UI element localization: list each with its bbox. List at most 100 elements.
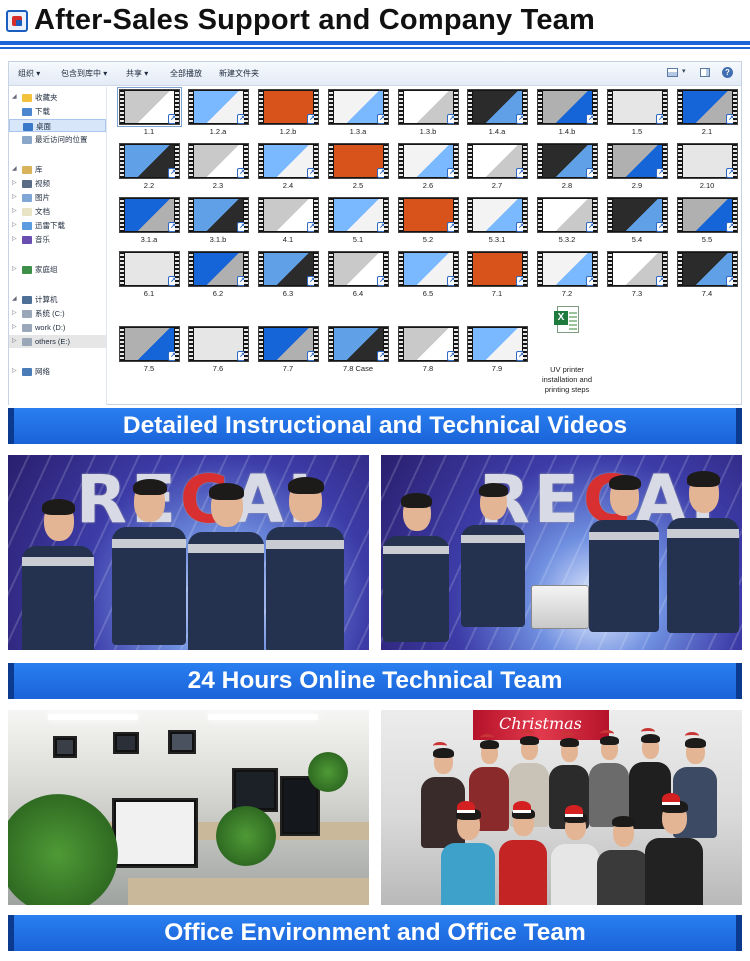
- video-file[interactable]: ↗ 6.3: [255, 251, 321, 311]
- video-file[interactable]: ↗ 7.7: [255, 326, 321, 386]
- nav-documents[interactable]: ▷ 文档: [9, 205, 106, 218]
- video-file[interactable]: ↗ 1.3.b: [395, 89, 461, 149]
- expand-arrow-icon[interactable]: ▷: [12, 335, 17, 348]
- video-file[interactable]: ↗ 2.6: [395, 143, 461, 203]
- video-file[interactable]: ↗ 5.5: [674, 197, 740, 257]
- video-file[interactable]: ↗ 7.8: [395, 326, 461, 386]
- video-file[interactable]: ↗ 5.4: [604, 197, 670, 257]
- expand-arrow-icon[interactable]: ◢: [12, 91, 17, 104]
- expand-arrow-icon[interactable]: ▷: [12, 205, 17, 218]
- organize-menu[interactable]: 组织 ▾: [18, 68, 40, 79]
- nav-computer[interactable]: ◢ 计算机: [9, 293, 106, 306]
- video-file[interactable]: ↗ 1.5: [604, 89, 670, 149]
- video-file[interactable]: ↗ 1.2.b: [255, 89, 321, 149]
- expand-arrow-icon[interactable]: ◢: [12, 163, 17, 176]
- video-file[interactable]: ↗ 6.4: [325, 251, 391, 311]
- video-thumbnail: ↗: [677, 197, 738, 233]
- expand-arrow-icon[interactable]: ◢: [12, 293, 17, 306]
- help-icon[interactable]: ?: [722, 67, 733, 78]
- video-file[interactable]: ↗ 2.9: [604, 143, 670, 203]
- video-file[interactable]: ↗ 2.8: [534, 143, 600, 203]
- expand-arrow-icon[interactable]: ▷: [12, 321, 17, 334]
- expand-arrow-icon[interactable]: ▷: [12, 191, 17, 204]
- video-file[interactable]: ↗ 7.3: [604, 251, 670, 311]
- file-name: 3.1.b: [209, 235, 227, 244]
- video-file[interactable]: ↗ 1.4.a: [464, 89, 530, 149]
- nav-thunder-downloads[interactable]: ▷ 迅雷下载: [9, 219, 106, 232]
- video-thumbnail: ↗: [607, 89, 668, 125]
- video-file[interactable]: ↗ 5.3.2: [534, 197, 600, 257]
- share-menu[interactable]: 共享 ▾: [126, 68, 148, 79]
- include-in-library-menu[interactable]: 包含到库中 ▾: [61, 68, 107, 79]
- video-file[interactable]: ↗ 1.4.b: [534, 89, 600, 149]
- video-file[interactable]: ↗ 1.3.a: [325, 89, 391, 149]
- video-file[interactable]: ↗ 4.1: [255, 197, 321, 257]
- shortcut-arrow-icon: ↗: [237, 351, 247, 361]
- video-thumbnail: ↗: [467, 197, 528, 233]
- preview-pane-icon[interactable]: [700, 68, 710, 77]
- expand-arrow-icon[interactable]: ▷: [12, 263, 17, 276]
- nav-videos[interactable]: ▷ 视频: [9, 177, 106, 190]
- thumbnail-frame: [473, 91, 522, 123]
- file-name: 7.4: [701, 289, 713, 298]
- video-file[interactable]: ↗ 7.6: [185, 326, 251, 386]
- nav-library[interactable]: ◢ 库: [9, 163, 106, 176]
- nav-network[interactable]: ▷ 网络: [9, 365, 106, 378]
- video-file[interactable]: ↗ 2.4: [255, 143, 321, 203]
- video-thumbnail: ↗: [467, 251, 528, 287]
- new-folder-button[interactable]: 新建文件夹: [219, 68, 259, 79]
- nav-pictures[interactable]: ▷ 图片: [9, 191, 106, 204]
- expand-arrow-icon[interactable]: ▷: [12, 233, 17, 246]
- video-file[interactable]: ↗ 2.7: [464, 143, 530, 203]
- shortcut-arrow-icon: ↗: [586, 114, 596, 124]
- video-file[interactable]: ↗ 7.5: [116, 326, 182, 386]
- thumbnail-frame: [683, 91, 732, 123]
- video-file[interactable]: ↗ 7.1: [464, 251, 530, 311]
- nav-drive-e[interactable]: ▷ others (E:): [9, 335, 106, 348]
- video-file[interactable]: ↗ 2.3: [185, 143, 251, 203]
- video-file[interactable]: ↗ 3.1.b: [185, 197, 251, 257]
- expand-arrow-icon[interactable]: ▷: [12, 177, 17, 190]
- play-all-button[interactable]: 全部播放: [170, 68, 202, 79]
- expand-arrow-icon[interactable]: ▷: [12, 365, 17, 378]
- video-thumbnail: ↗: [328, 143, 389, 179]
- video-file[interactable]: ↗ 3.1.a: [116, 197, 182, 257]
- video-file[interactable]: ↗ 1.2.a: [185, 89, 251, 149]
- video-file[interactable]: ↗ 2.2: [116, 143, 182, 203]
- video-file[interactable]: ↗ 6.1: [116, 251, 182, 311]
- video-file[interactable]: ↗ 7.2: [534, 251, 600, 311]
- nav-drive-c[interactable]: ▷ 系统 (C:): [9, 307, 106, 320]
- thumbnail-frame: [404, 328, 453, 360]
- nav-homegroup[interactable]: ▷ 家庭组: [9, 263, 106, 276]
- video-file[interactable]: ↗ 7.9: [464, 326, 530, 386]
- video-thumbnail: ↗: [258, 326, 319, 362]
- nav-music[interactable]: ▷ 音乐: [9, 233, 106, 246]
- nav-downloads[interactable]: 下载: [9, 105, 106, 118]
- nav-desktop[interactable]: 桌面: [9, 119, 106, 132]
- wall-logo-letter: E: [533, 461, 583, 538]
- video-file[interactable]: ↗ 7.8 Case: [325, 326, 391, 386]
- video-file[interactable]: ↗ 2.1: [674, 89, 740, 149]
- thumbnail-frame: [404, 145, 453, 177]
- thumbnail-frame: [613, 145, 662, 177]
- expand-arrow-icon[interactable]: ▷: [12, 307, 17, 320]
- video-thumbnail: ↗: [398, 89, 459, 125]
- video-file[interactable]: ↗ 6.2: [185, 251, 251, 311]
- nav-favorites[interactable]: ◢ 收藏夹: [9, 91, 106, 104]
- chevron-down-icon[interactable]: ▾: [682, 67, 686, 75]
- video-file[interactable]: ↗ 7.4: [674, 251, 740, 311]
- video-file[interactable]: ↗ 5.2: [395, 197, 461, 257]
- video-file[interactable]: ↗ 2.10: [674, 143, 740, 203]
- file-list: ↗ 1.1 ↗ 1.2.a ↗ 1.2.b ↗ 1.3.a ↗ 1.3.b ↗ 1.4.a ↗ 1.4.b…: [108, 87, 741, 405]
- video-file[interactable]: ↗ 1.1: [116, 87, 182, 149]
- monitor: [232, 768, 278, 812]
- video-file[interactable]: ↗ 5.1: [325, 197, 391, 257]
- excel-file[interactable]: UV printer installation and printing ste…: [534, 306, 600, 394]
- nav-recent[interactable]: 最近访问的位置: [9, 133, 106, 146]
- video-file[interactable]: ↗ 5.3.1: [464, 197, 530, 257]
- change-view-icon[interactable]: [667, 68, 678, 77]
- video-file[interactable]: ↗ 2.5: [325, 143, 391, 203]
- expand-arrow-icon[interactable]: ▷: [12, 219, 17, 232]
- video-file[interactable]: ↗ 6.5: [395, 251, 461, 311]
- nav-drive-d[interactable]: ▷ work (D:): [9, 321, 106, 334]
